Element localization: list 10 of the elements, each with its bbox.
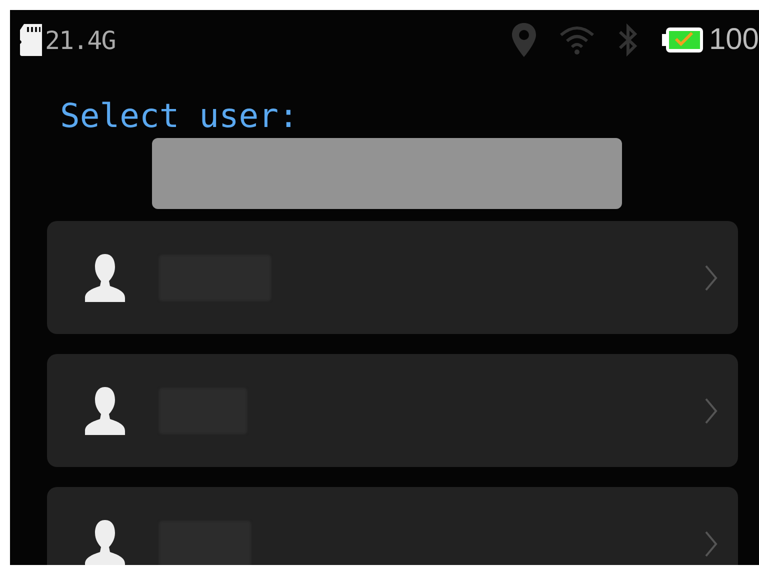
chevron-right-icon (704, 396, 718, 424)
user-row[interactable] (47, 354, 738, 467)
battery-level-text: 100 (708, 23, 759, 57)
sd-card-icon (20, 24, 42, 56)
screen-title: Select user: (59, 95, 300, 136)
chevron-right-icon (704, 530, 718, 558)
user-row[interactable] (47, 221, 738, 334)
storage-text: 21.4G (45, 26, 116, 54)
selected-user-field[interactable] (152, 138, 622, 209)
chevron-right-icon (704, 264, 718, 292)
